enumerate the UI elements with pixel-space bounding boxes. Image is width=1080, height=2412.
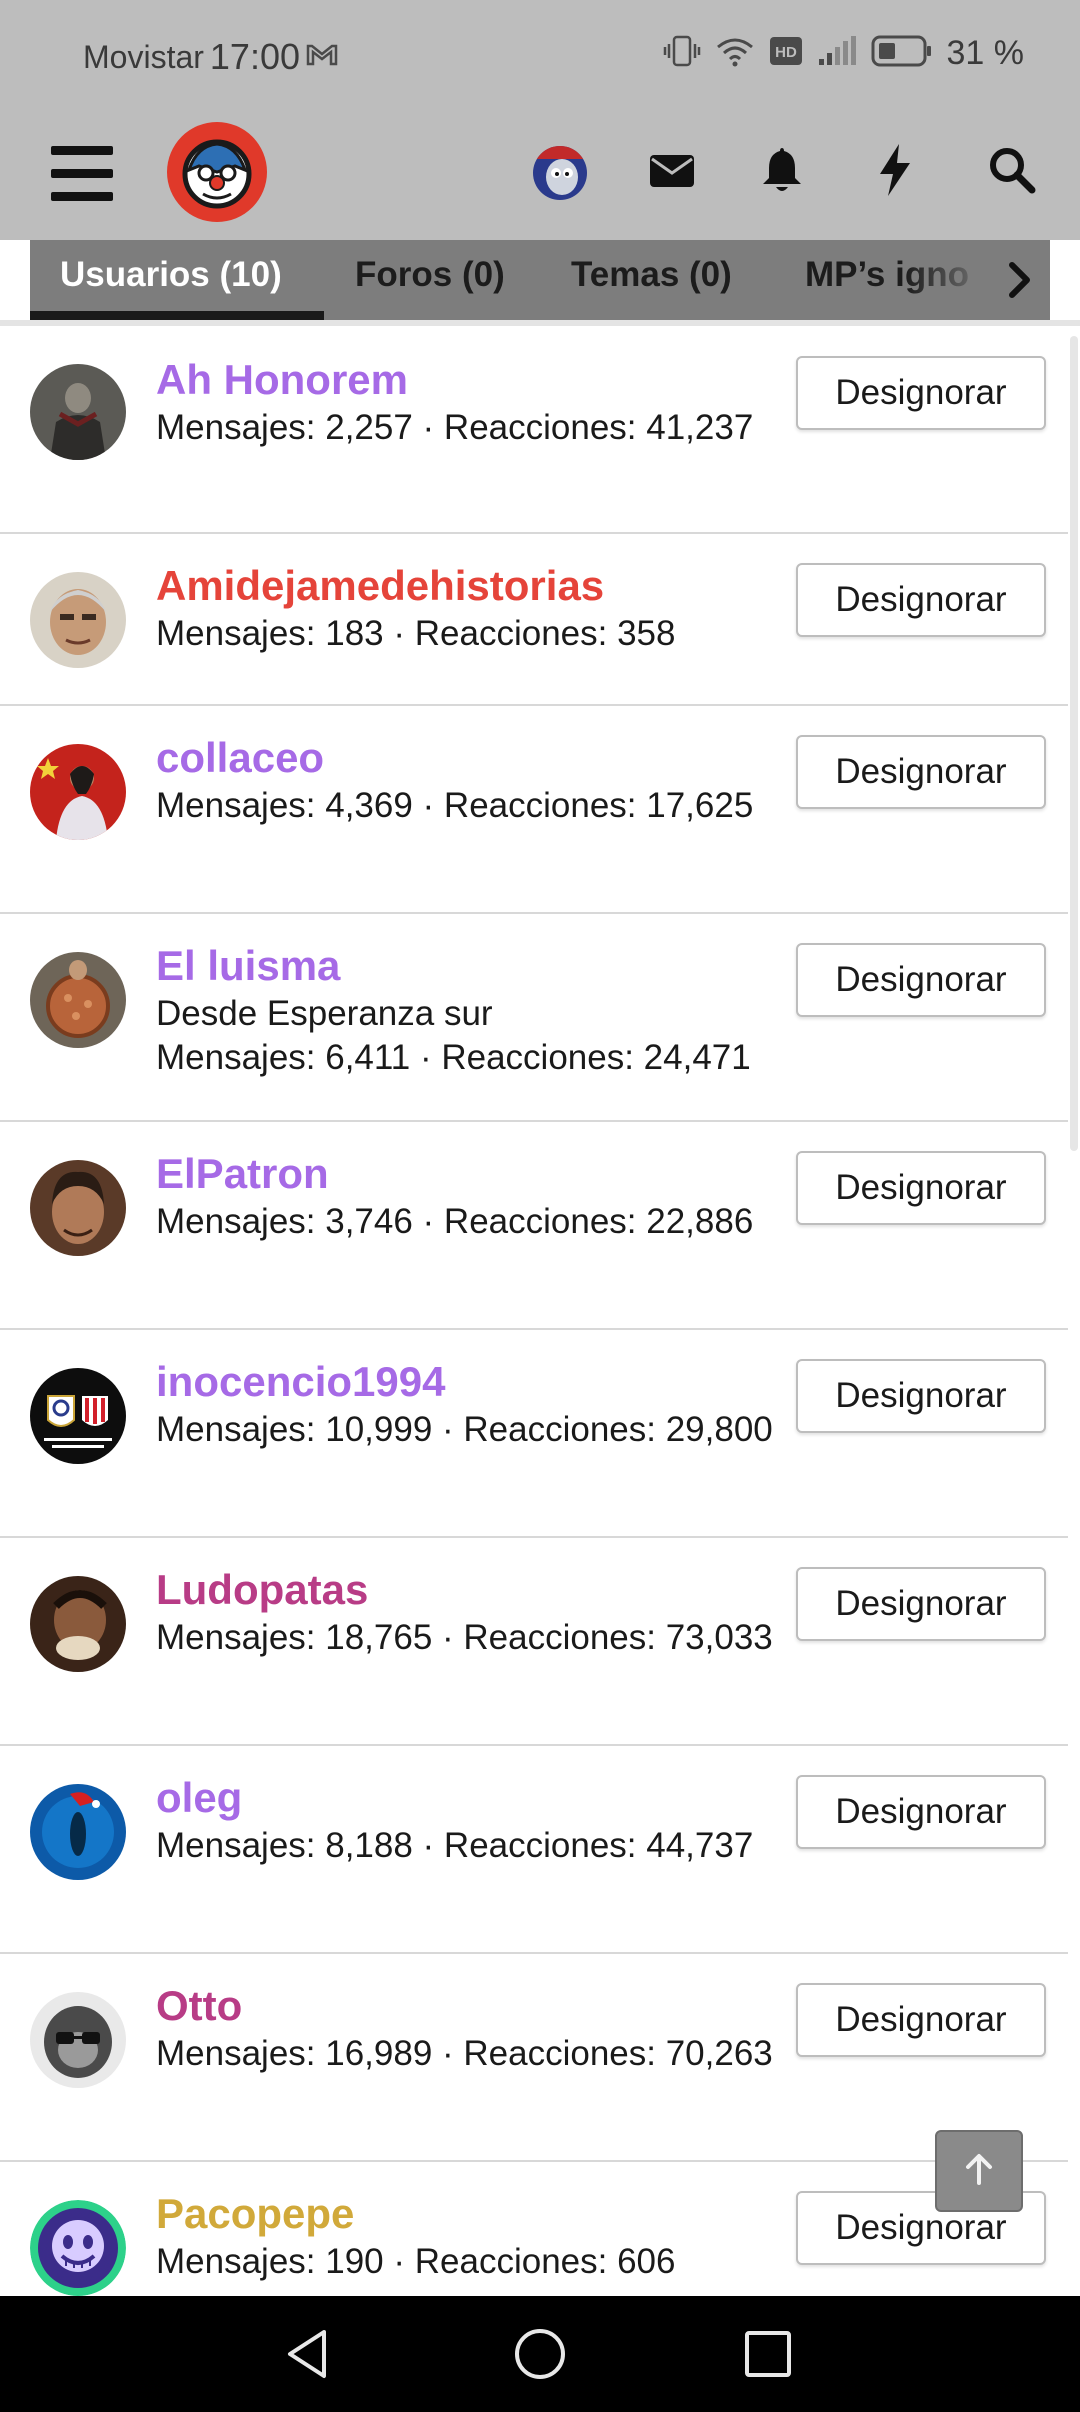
avatar[interactable] xyxy=(30,1784,126,1880)
user-stats: Mensajes: 8,188 · Reacciones: 44,737 xyxy=(156,1826,754,1865)
unignore-button[interactable]: Designorar xyxy=(796,1359,1046,1433)
avatar[interactable] xyxy=(30,744,126,840)
status-bar: Movistar 17:00 HD 31 % xyxy=(0,0,1080,125)
user-avatar[interactable] xyxy=(530,143,590,203)
avatar[interactable] xyxy=(30,1368,126,1464)
list-item: Amidejamedehistorias Mensajes: 183 · Rea… xyxy=(0,534,1068,706)
list-item: El luisma Desde Esperanza sur Mensajes: … xyxy=(0,914,1068,1122)
username-link[interactable]: oleg xyxy=(156,1774,242,1822)
user-stats: Mensajes: 190 · Reacciones: 606 xyxy=(156,2242,676,2281)
back-icon[interactable] xyxy=(270,2316,346,2392)
signal-icon xyxy=(817,35,857,72)
list-item: oleg Mensajes: 8,188 · Reacciones: 44,73… xyxy=(0,1746,1068,1954)
bell-icon[interactable] xyxy=(757,142,807,198)
username-link[interactable]: Ah Honorem xyxy=(156,356,408,404)
scrollbar-thumb[interactable] xyxy=(1070,336,1078,1151)
search-icon[interactable] xyxy=(984,142,1040,198)
arrow-up-icon xyxy=(962,2152,996,2191)
user-stats: Mensajes: 183 · Reacciones: 358 xyxy=(156,614,676,653)
list-item: collaceo Mensajes: 4,369 · Reacciones: 1… xyxy=(0,706,1068,914)
user-stats: Mensajes: 2,257 · Reacciones: 41,237 xyxy=(156,408,754,447)
unignore-button[interactable]: Designorar xyxy=(796,1151,1046,1225)
unignore-button[interactable]: Designorar xyxy=(796,1775,1046,1849)
user-stats: Mensajes: 4,369 · Reacciones: 17,625 xyxy=(156,786,754,825)
username-link[interactable]: collaceo xyxy=(156,734,324,782)
user-stats: Mensajes: 18,765 · Reacciones: 73,033 xyxy=(156,1618,773,1657)
username-link[interactable]: Ludopatas xyxy=(156,1566,368,1614)
avatar[interactable] xyxy=(30,1992,126,2088)
home-icon[interactable] xyxy=(502,2316,578,2392)
user-location: Desde Esperanza sur xyxy=(156,994,493,1033)
tab-foros[interactable]: Foros (0) xyxy=(355,240,505,314)
unignore-button[interactable]: Designorar xyxy=(796,563,1046,637)
unignore-button[interactable]: Designorar xyxy=(796,943,1046,1017)
scroll-to-top-button[interactable] xyxy=(935,2130,1023,2212)
username-link[interactable]: Amidejamedehistorias xyxy=(156,562,604,610)
avatar[interactable] xyxy=(30,572,126,668)
list-item: ElPatron Mensajes: 3,746 · Reacciones: 2… xyxy=(0,1122,1068,1330)
filter-tabs: Usuarios (10) Foros (0) Temas (0) MP’s i… xyxy=(30,240,1050,320)
vibrate-icon xyxy=(663,34,701,73)
username-link[interactable]: ElPatron xyxy=(156,1150,329,1198)
username-link[interactable]: Pacopepe xyxy=(156,2190,354,2238)
username-link[interactable]: inocencio1994 xyxy=(156,1358,445,1406)
mail-icon[interactable] xyxy=(644,146,700,196)
list-item: Otto Mensajes: 16,989 · Reacciones: 70,2… xyxy=(0,1954,1068,2162)
unignore-button[interactable]: Designorar xyxy=(796,1567,1046,1641)
unignore-button[interactable]: Designorar xyxy=(796,356,1046,430)
user-stats: Mensajes: 6,411 · Reacciones: 24,471 xyxy=(156,1038,751,1077)
username-link[interactable]: El luisma xyxy=(156,942,340,990)
list-item: inocencio1994 Mensajes: 10,999 · Reaccio… xyxy=(0,1330,1068,1538)
bolt-icon[interactable] xyxy=(873,140,917,200)
user-stats: Mensajes: 16,989 · Reacciones: 70,263 xyxy=(156,2034,773,2073)
battery-icon xyxy=(871,34,933,73)
svg-text:HD: HD xyxy=(775,44,797,61)
recents-icon[interactable] xyxy=(730,2316,806,2392)
avatar[interactable] xyxy=(30,2200,126,2296)
carrier-name: Movistar xyxy=(83,38,204,75)
active-tab-indicator xyxy=(30,311,324,320)
status-left: Movistar 17:00 xyxy=(83,36,338,78)
list-item: Ludopatas Mensajes: 18,765 · Reacciones:… xyxy=(0,1538,1068,1746)
user-stats: Mensajes: 3,746 · Reacciones: 22,886 xyxy=(156,1202,754,1241)
avatar[interactable] xyxy=(30,1160,126,1256)
tabs-next-chevron-icon[interactable] xyxy=(990,240,1050,320)
menu-icon[interactable] xyxy=(48,140,116,206)
battery-percentage: 31 % xyxy=(946,34,1025,72)
avatar[interactable] xyxy=(30,1576,126,1672)
avatar[interactable] xyxy=(30,952,126,1048)
system-nav-bar xyxy=(0,2296,1080,2412)
unignore-button[interactable]: Designorar xyxy=(796,735,1046,809)
tab-usuarios[interactable]: Usuarios (10) xyxy=(60,240,282,314)
wifi-icon xyxy=(715,35,755,72)
gmail-icon xyxy=(306,42,338,73)
site-logo[interactable] xyxy=(167,122,267,222)
tab-temas[interactable]: Temas (0) xyxy=(571,240,732,314)
tabs-fade xyxy=(904,240,994,320)
list-item: Ah Honorem Mensajes: 2,257 · Reacciones:… xyxy=(0,326,1068,534)
status-right: HD 31 % xyxy=(663,34,1025,73)
avatar[interactable] xyxy=(30,364,126,460)
username-link[interactable]: Otto xyxy=(156,1982,242,2030)
clock: 17:00 xyxy=(209,36,300,77)
hd-icon: HD xyxy=(769,36,803,71)
user-stats: Mensajes: 10,999 · Reacciones: 29,800 xyxy=(156,1410,773,1449)
unignore-button[interactable]: Designorar xyxy=(796,1983,1046,2057)
